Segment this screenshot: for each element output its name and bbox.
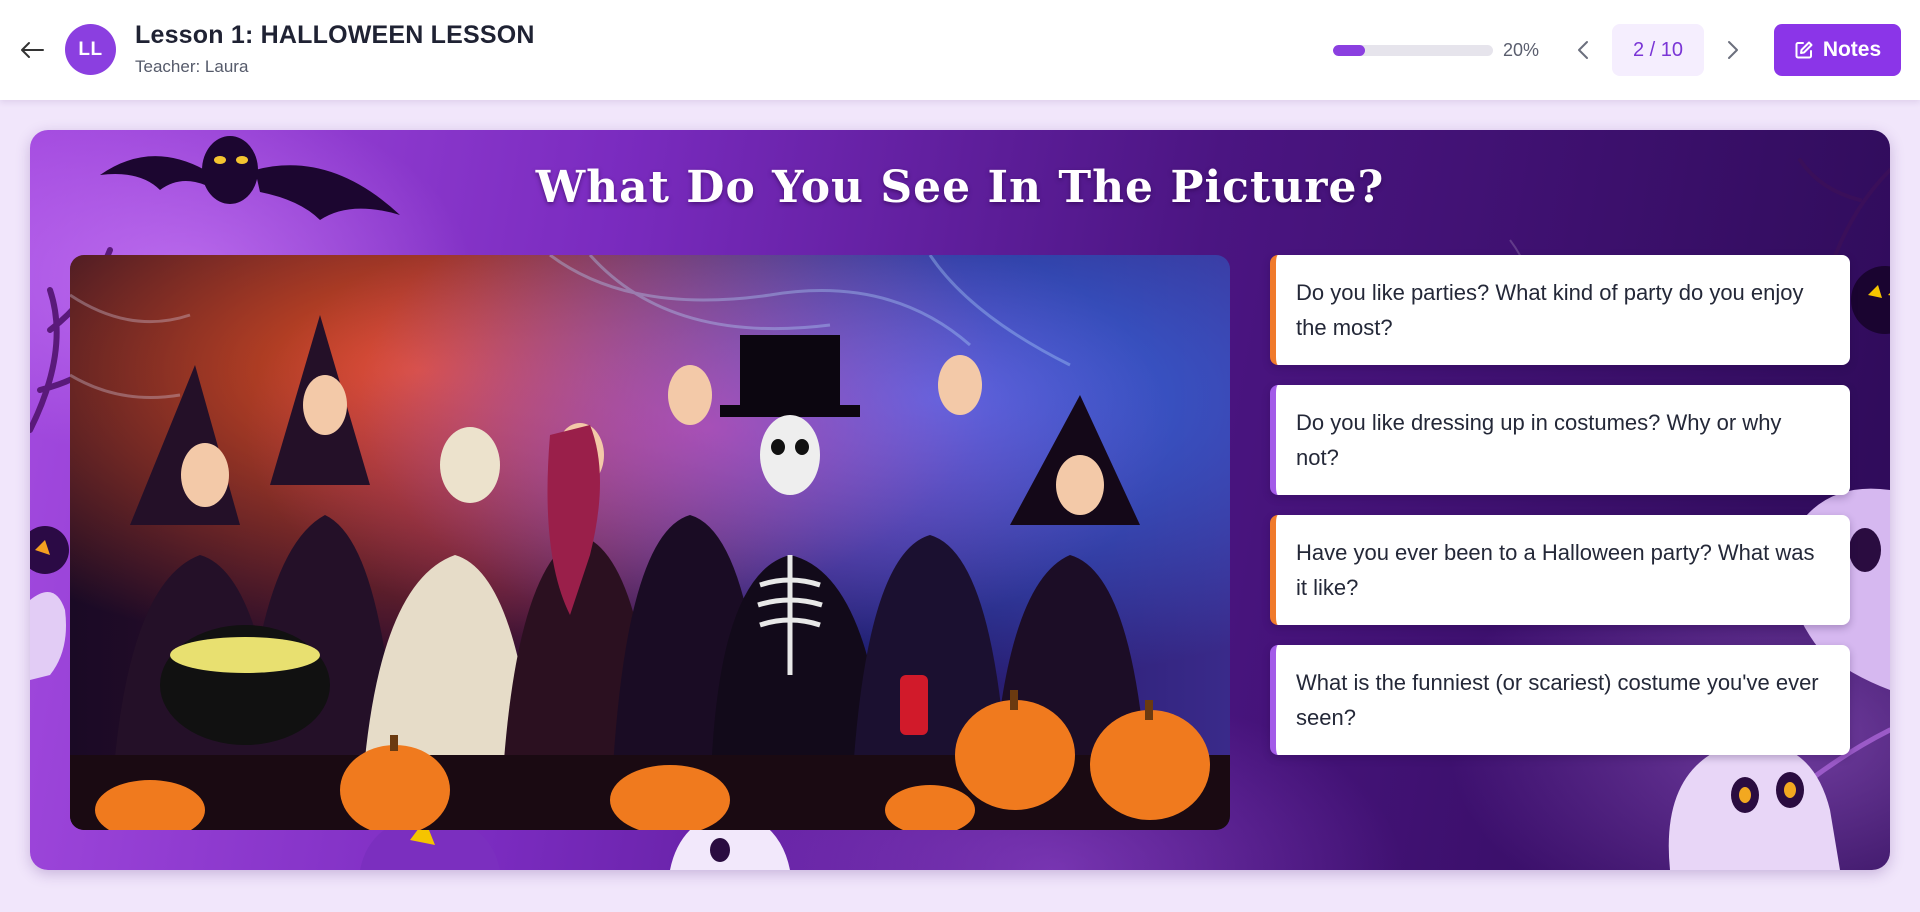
avatar: LL	[65, 24, 116, 75]
slide-page-indicator: 2 / 10	[1612, 24, 1704, 76]
previous-slide-button[interactable]	[1568, 35, 1598, 65]
edit-icon	[1795, 41, 1813, 59]
lesson-info: Lesson 1: HALLOWEEN LESSON Teacher: Laur…	[135, 21, 535, 77]
question-card: What is the funniest (or scariest) costu…	[1270, 645, 1850, 755]
progress-bar	[1333, 45, 1493, 56]
slide-title: What Do You See In The Picture?	[535, 162, 1385, 213]
next-slide-button[interactable]	[1718, 35, 1748, 65]
discussion-questions: Do you like parties? What kind of party …	[1270, 255, 1850, 775]
halloween-party-photo	[70, 255, 1230, 830]
chevron-left-icon	[1578, 41, 1588, 59]
question-card: Do you like parties? What kind of party …	[1270, 255, 1850, 365]
top-bar: LL Lesson 1: HALLOWEEN LESSON Teacher: L…	[0, 0, 1920, 100]
teacher-label: Teacher: Laura	[135, 57, 249, 76]
halloween-party-scene-icon	[70, 255, 1230, 830]
back-button[interactable]	[14, 34, 50, 66]
notes-button-label: Notes	[1822, 38, 1882, 61]
notes-button[interactable]: Notes	[1774, 24, 1901, 76]
progress-bar-fill	[1333, 45, 1365, 56]
question-card: Do you like dressing up in costumes? Why…	[1270, 385, 1850, 495]
question-card: Have you ever been to a Halloween party?…	[1270, 515, 1850, 625]
lesson-slide: What Do You See In The Picture? Do you l…	[30, 130, 1890, 870]
progress-percent: 20%	[1503, 40, 1540, 60]
arrow-left-icon	[21, 42, 44, 58]
chevron-right-icon	[1728, 41, 1738, 59]
page-title: Lesson 1: HALLOWEEN LESSON	[135, 21, 535, 49]
